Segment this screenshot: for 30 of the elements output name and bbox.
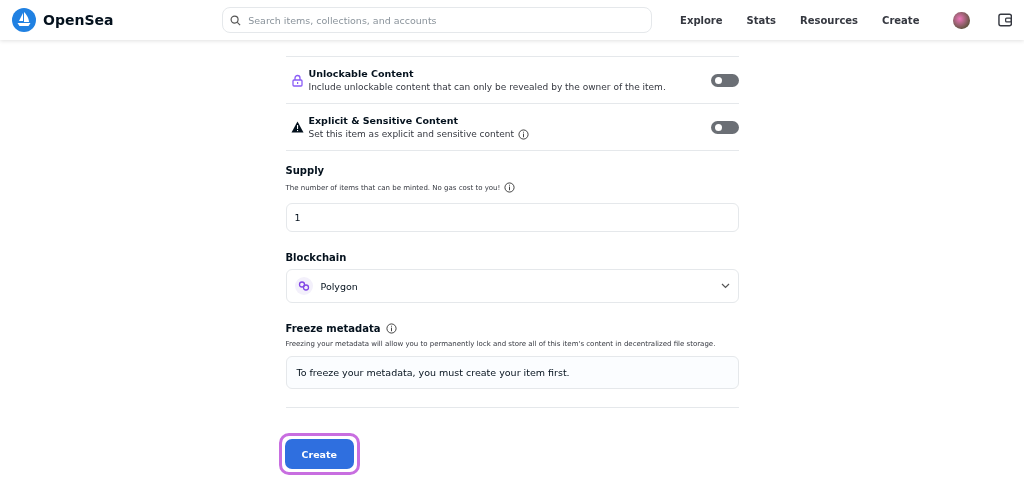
setting-title: Unlockable Content [308,68,415,79]
warning-icon [290,121,304,133]
nav-link[interactable]: Explore [680,14,723,26]
nav-link[interactable]: Create [882,14,920,26]
avatar[interactable] [953,11,970,29]
info-icon[interactable] [386,323,398,334]
field-label: Supply [285,165,325,176]
field-label: Freeze metadata [285,323,381,334]
blockchain-dropdown[interactable]: Polygon [285,269,739,303]
logo-icon[interactable] [12,8,36,32]
wallet-icon[interactable] [997,13,1012,27]
toggle-switch[interactable] [710,73,739,87]
lock-icon [291,73,303,87]
create-button[interactable]: Create [284,439,354,469]
info-icon[interactable] [504,182,516,193]
setting-description: Include unlockable content that can only be revealed by the owner of the item. [308,82,666,92]
field-label: Blockchain [285,252,347,263]
chain-link-icon [294,277,313,295]
search-field[interactable]: Search items, collections, and accounts [222,7,653,33]
logo-text[interactable]: OpenSea [43,12,114,28]
nav-link[interactable]: Stats [746,14,777,26]
supply-field[interactable]: 1 [285,203,739,232]
freeze-notice: To freeze your metadata, you must create your item first. [285,356,739,389]
setting-title: Explicit & Sensitive Content [308,114,459,126]
setting-description: Set this item as explicit and sensitive content [308,129,515,139]
nav-link[interactable]: Resources [800,14,859,26]
toggle-switch[interactable] [710,120,739,134]
search-icon [230,14,242,26]
info-icon[interactable] [518,128,530,140]
chevron-down-icon [720,283,730,289]
